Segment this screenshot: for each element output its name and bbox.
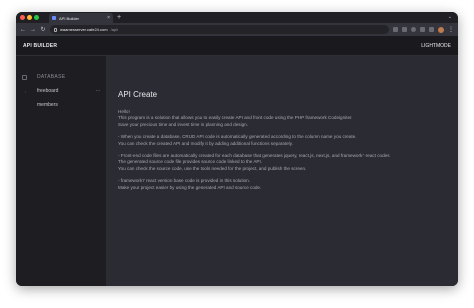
sidebar: DATABASE ↓ freeboard ··· members: [16, 56, 106, 286]
sidebar-item-label: freeboard: [37, 88, 59, 94]
address-bar[interactable]: waamesserver.cafe24.com/api/: [50, 25, 389, 34]
text-line: You can check the created API and modify…: [118, 140, 293, 146]
app-title[interactable]: API BUILDER: [23, 43, 57, 49]
sidebar-item-members[interactable]: members: [16, 99, 106, 111]
tab-search-icon[interactable]: ⌄: [448, 14, 452, 20]
sidebar-item-freeboard[interactable]: ↓ freeboard ···: [16, 85, 106, 97]
framework7-paragraph: - framework7 react version base code is …: [118, 178, 448, 191]
browser-tab[interactable]: API Builder ×: [49, 13, 113, 23]
maximize-window-button[interactable]: [34, 15, 39, 20]
frontend-paragraph: - Front-end code files are automatically…: [118, 153, 448, 172]
sidebar-section-label: DATABASE: [37, 74, 66, 80]
description: Hello! This program is a solution that a…: [118, 109, 448, 197]
sidebar-item-label: members: [37, 102, 58, 108]
extension-icons: ⋮: [393, 26, 454, 33]
page-title: API Create: [118, 90, 158, 99]
title-bar: API Builder × + ⌄: [16, 12, 458, 23]
back-icon[interactable]: ←: [20, 27, 26, 33]
app-header: API BUILDER LIGHTMODE: [16, 36, 458, 56]
intro-paragraph: Hello! This program is a solution that a…: [118, 109, 448, 128]
close-window-button[interactable]: [20, 15, 25, 20]
reload-icon[interactable]: ↻: [40, 27, 46, 33]
database-icon: [22, 74, 27, 80]
url-path: /api/: [110, 27, 119, 32]
share-icon[interactable]: [393, 27, 398, 32]
favicon-icon: [52, 16, 56, 20]
url-host: waamesserver.cafe24.com: [60, 27, 108, 32]
sidebar-section-database: DATABASE: [16, 71, 106, 83]
browser-toolbar: ← → ↻ waamesserver.cafe24.com/api/ ⋮: [16, 23, 458, 36]
lightmode-toggle[interactable]: LIGHTMODE: [421, 43, 451, 49]
extension-icon[interactable]: [411, 27, 416, 32]
sidebar-toggle-icon[interactable]: [429, 27, 434, 32]
crud-paragraph: - When you create a database, CRUD API c…: [118, 134, 448, 147]
new-tab-button[interactable]: +: [117, 13, 121, 23]
more-options-icon[interactable]: ···: [96, 88, 101, 94]
puzzle-icon[interactable]: [420, 27, 425, 32]
lock-icon[interactable]: [54, 27, 57, 32]
table-icon: ↓: [24, 88, 26, 94]
text-line: Make your project easier by using the ge…: [118, 184, 262, 190]
minimize-window-button[interactable]: [27, 15, 32, 20]
tab-close-icon[interactable]: ×: [107, 15, 110, 21]
text-line: You can check the source code, use the t…: [118, 165, 307, 171]
main-content: API Create Hello! This program is a solu…: [106, 56, 458, 286]
profile-avatar[interactable]: [438, 26, 444, 33]
browser-window: API Builder × + ⌄ ← → ↻ waamesserver.caf…: [16, 12, 458, 286]
bookmark-icon[interactable]: [402, 27, 407, 32]
text-line: Save your precious time and invest time …: [118, 121, 248, 127]
forward-icon[interactable]: →: [30, 27, 36, 33]
browser-menu-icon[interactable]: ⋮: [448, 27, 454, 33]
tab-title: API Builder: [59, 15, 80, 21]
